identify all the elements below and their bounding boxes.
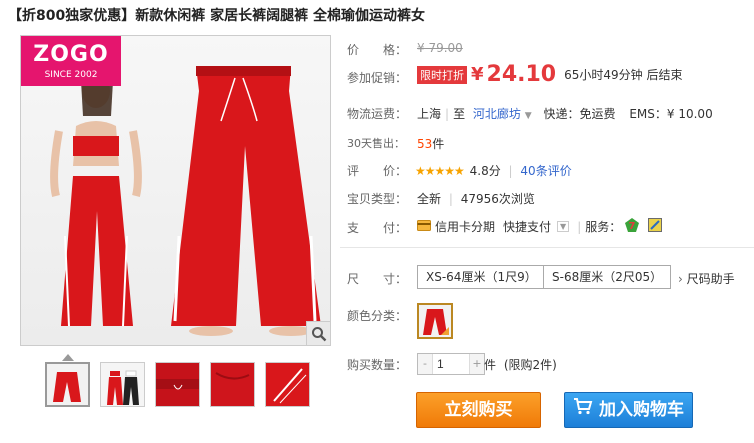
- shipping-destination[interactable]: 河北廊坊: [473, 107, 521, 121]
- shipping-label: 物流运费：: [347, 107, 408, 121]
- pants-closeup: [171, 66, 321, 326]
- price-label: 价 格：: [347, 43, 408, 57]
- promo-price: 24.10: [486, 62, 557, 87]
- shipping-express: 快递：免运费: [543, 107, 616, 121]
- thumbnail-strip: [45, 362, 310, 407]
- item-type-row: 全新 | 47956次浏览: [417, 192, 535, 206]
- rating-row: ★★★★★ 4.8分 | 40条评价: [415, 164, 572, 178]
- shipping-to-prefix: 至: [453, 107, 466, 121]
- buy-now-button[interactable]: 立刻购买: [416, 392, 541, 428]
- sales-unit: 件: [432, 137, 445, 151]
- brand-logo: ZOGO SINCE 2002: [21, 36, 121, 86]
- quantity-minus-button[interactable]: -: [418, 354, 432, 374]
- color-label: 颜色分类：: [347, 309, 408, 323]
- sales-count: 53: [417, 137, 433, 151]
- chevron-right-icon: ›: [678, 272, 683, 286]
- promo-tag: 限时打折: [417, 65, 467, 84]
- chevron-down-icon[interactable]: ▼: [525, 111, 532, 121]
- thumbnail-5[interactable]: [265, 362, 310, 407]
- main-product-image[interactable]: ZOGO SINCE 2002: [20, 35, 331, 346]
- shipping-row: 上海 | 至 河北廊坊 ▼ 快递：免运费 EMS：¥ 10.00: [417, 107, 713, 121]
- rating-score: 4.8分: [469, 164, 501, 178]
- section-divider: [340, 247, 754, 248]
- color-option-red[interactable]: [417, 303, 453, 339]
- left-foot: [189, 326, 233, 336]
- thumbnail-1[interactable]: [45, 362, 90, 407]
- cart-icon: [573, 393, 593, 427]
- item-condition: 全新: [417, 192, 442, 206]
- chevron-down-icon[interactable]: ▼: [557, 221, 570, 232]
- model-top: [73, 136, 119, 156]
- size-option-s[interactable]: S-68厘米（2尺05）: [543, 265, 672, 289]
- item-type-label: 宝贝类型：: [347, 192, 408, 206]
- promo-countdown: 65小时49分钟 后结束: [564, 68, 683, 82]
- add-to-cart-button[interactable]: 加入购物车: [564, 392, 693, 428]
- quantity-plus-button[interactable]: +: [470, 354, 484, 374]
- svg-text:7: 7: [629, 221, 636, 232]
- logo-since: SINCE 2002: [44, 70, 98, 80]
- promo-label: 参加促销：: [347, 71, 408, 85]
- payment-label: 支 付：: [347, 221, 408, 235]
- thumbnail-3[interactable]: [155, 362, 200, 407]
- size-label: 尺 寸：: [347, 272, 408, 286]
- credit-installment[interactable]: 信用卡分期: [435, 218, 495, 235]
- sales-label: 30天售出：: [347, 137, 405, 150]
- size-helper[interactable]: › 尺码助手: [678, 270, 735, 287]
- size-option-xs[interactable]: XS-64厘米（1尺9）: [417, 265, 546, 289]
- pants-waistband: [196, 66, 291, 76]
- size-helper-label: 尺码助手: [686, 272, 735, 286]
- service-label: 服务：: [585, 220, 622, 234]
- quantity-unit: 件: [484, 358, 497, 372]
- credit-card-icon: [417, 219, 431, 234]
- rating-label: 评 价：: [347, 164, 408, 178]
- model-pants: [61, 176, 133, 326]
- quantity-input[interactable]: [432, 354, 470, 374]
- thumbnail-2[interactable]: [100, 362, 145, 407]
- sales-row: 53件: [417, 135, 444, 152]
- payment-row: 信用卡分期 快捷支付 ▼ | 服务： 7: [417, 217, 663, 236]
- shipping-ems: EMS：¥ 10.00: [629, 107, 713, 121]
- zoom-icon[interactable]: [306, 321, 330, 345]
- thumb-pointer-icon: [62, 354, 74, 361]
- quantity-stepper: - +: [417, 353, 485, 375]
- view-count: 47956次浏览: [460, 192, 535, 206]
- product-title: 【折800独家优惠】新款休闲裤 家居长裤阔腿裤 全棉瑜伽运动裤女: [8, 8, 425, 24]
- quick-pay[interactable]: 快捷支付: [503, 218, 551, 235]
- logo-brand: ZOGO: [33, 42, 109, 67]
- rating-stars-icon: ★★★★★: [415, 164, 465, 178]
- guarantee-badge-icon[interactable]: [648, 218, 663, 235]
- quantity-limit: (限购2件): [503, 358, 557, 372]
- shipping-from: 上海: [417, 107, 442, 121]
- seven-day-return-icon[interactable]: 7: [624, 217, 640, 236]
- quantity-limit-row: 件 (限购2件): [484, 356, 557, 373]
- thumbnail-4[interactable]: [210, 362, 255, 407]
- promo-currency: ¥: [471, 64, 484, 85]
- reviews-link[interactable]: 40条评价: [520, 164, 571, 178]
- quantity-label: 购买数量：: [347, 358, 408, 372]
- promo-row: 限时打折 ¥ 24.10 65小时49分钟 后结束: [417, 62, 682, 87]
- add-to-cart-label: 加入购物车: [598, 400, 684, 420]
- original-price: ¥ 79.00: [417, 41, 463, 55]
